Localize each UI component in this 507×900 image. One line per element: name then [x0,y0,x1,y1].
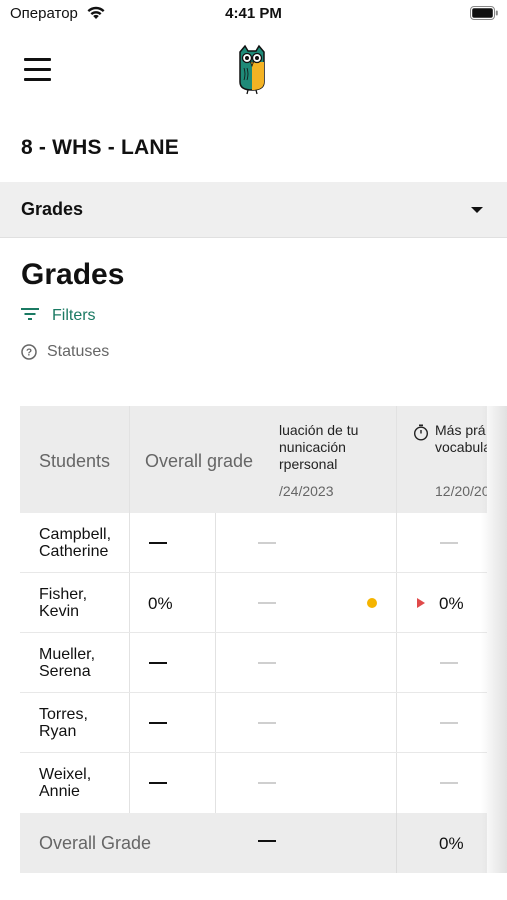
status-dot-icon [367,598,377,608]
grades-table: Students Overall grade luación de tu nun… [20,406,487,873]
overall-grade-row-label: Overall Grade [39,833,152,853]
grade-empty[interactable] [440,782,458,784]
student-name-line: Annie [39,783,80,800]
assignment-1-title-line: nunicación [279,439,346,455]
late-flag-icon [417,598,425,608]
column-divider [215,513,216,813]
statuses-button[interactable]: ? Statuses [21,343,109,361]
header-overall-grade: Overall grade [145,451,254,471]
row-divider [20,752,487,753]
status-bar: Оператор 4:41 PM [0,0,507,28]
student-name[interactable]: Mueller, Serena [39,646,95,680]
grade-empty[interactable] [258,722,276,724]
student-name-line: Weixel, [39,766,92,783]
filters-button[interactable]: Filters [21,305,96,327]
filter-icon [21,307,39,326]
student-name-line: Fisher, [39,586,88,603]
assignment-1-date: /24/2023 [279,483,334,499]
grade-empty[interactable] [440,542,458,544]
help-circle-icon: ? [21,344,37,360]
assignment-header-1[interactable]: luación de tu nunicación rpersonal /24/2… [276,406,396,513]
battery-icon [470,6,499,25]
student-name[interactable]: Weixel, Annie [39,766,91,800]
row-divider [20,692,487,693]
overall-grade-empty [149,782,167,784]
student-name-line: Mueller, [39,646,96,663]
owl-logo-icon [236,44,268,101]
grade-empty[interactable] [258,602,276,604]
student-name-line: Campbell, [39,526,112,543]
section-dropdown-label: Grades [21,199,84,219]
student-name-line: Kevin [39,603,80,620]
student-name[interactable]: Campbell, Catherine [39,526,111,560]
column-divider [396,406,397,873]
overall-grade-empty [149,722,167,724]
assignment-1-title-line: rpersonal [279,456,338,472]
student-name[interactable]: Fisher, Kevin [39,586,87,620]
assignment-header-2[interactable]: Más prá vocabula 12/20/20 [397,406,487,513]
row-divider [20,632,487,633]
section-dropdown[interactable]: Grades [0,182,507,238]
footer-grade-value: 0% [439,834,464,853]
timer-icon [413,424,429,446]
grade-empty[interactable] [258,662,276,664]
row-divider [20,572,487,573]
grade-empty[interactable] [258,542,276,544]
grade-value[interactable]: 0% [439,594,464,614]
overall-grade-empty [149,542,167,544]
assignment-2-title-line: Más prá [435,422,486,438]
svg-text:?: ? [26,348,32,359]
grade-empty[interactable] [440,722,458,724]
statuses-label: Statuses [47,343,110,360]
assignment-1-title-line: luación de tu [279,422,359,438]
assignment-2-title-line: vocabula [435,439,487,455]
overall-grade-value: 0% [148,594,173,613]
class-title: 8 - WHS - LANE [21,136,179,159]
header-students: Students [39,451,111,471]
student-name-line: Catherine [39,543,109,560]
grade-empty[interactable] [440,662,458,664]
student-name-line: Torres, [39,706,88,723]
page-title: Grades [21,258,125,291]
horizontal-scroll-fade [481,406,507,873]
chevron-down-icon [471,207,483,213]
student-name-line: Ryan [39,723,77,740]
overall-grade-empty [149,662,167,664]
column-divider [396,813,397,873]
grade-empty[interactable] [258,782,276,784]
assignment-2-date: 12/20/20 [435,483,487,499]
clock: 4:41 PM [225,5,282,22]
filters-label: Filters [52,307,96,324]
hamburger-icon[interactable] [24,58,52,84]
student-name[interactable]: Torres, Ryan [39,706,88,740]
student-name-line: Serena [39,663,91,680]
footer-grade-empty [258,840,276,842]
